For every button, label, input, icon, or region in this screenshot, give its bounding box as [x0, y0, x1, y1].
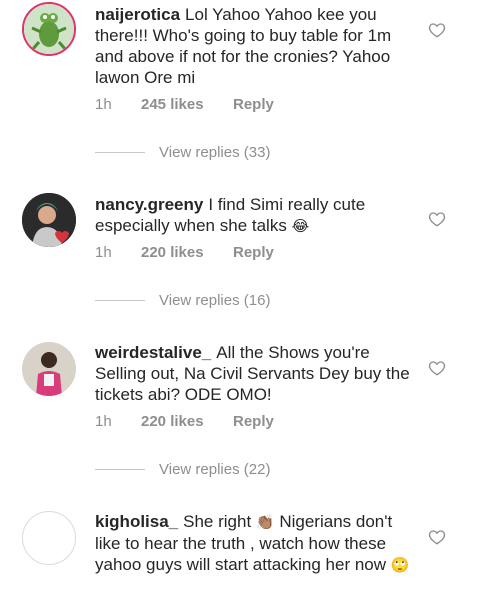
- reply-button[interactable]: Reply: [233, 413, 274, 430]
- comment-meta: 1h 220 likes Reply: [95, 413, 274, 430]
- view-replies-label[interactable]: View replies (33): [159, 144, 270, 161]
- avatar[interactable]: [22, 2, 76, 56]
- person-avatar-icon: [22, 193, 76, 247]
- heart-outline-icon[interactable]: [428, 528, 446, 546]
- comment-meta: 1h 245 likes Reply: [95, 96, 274, 113]
- comment-text: weirdestalive_ All the Shows you're Selli…: [95, 342, 410, 405]
- divider: [95, 152, 145, 153]
- reply-button[interactable]: Reply: [233, 96, 274, 113]
- laughing-emoji: 😂: [291, 217, 310, 235]
- comment-likes[interactable]: 220 likes: [141, 244, 233, 261]
- avatar[interactable]: [22, 511, 76, 565]
- comment-time: 1h: [95, 244, 112, 261]
- comment-username[interactable]: kigholisa_: [95, 512, 178, 531]
- comment-text: kigholisa_ She right 👏🏽 Nigerians don't l…: [95, 511, 410, 576]
- comment-text: naijerotica Lol Yahoo Yahoo kee you there…: [95, 4, 410, 88]
- comment-likes[interactable]: 220 likes: [141, 413, 233, 430]
- divider: [95, 300, 145, 301]
- comment-likes[interactable]: 245 likes: [141, 96, 233, 113]
- eye-roll-emoji: 🙄: [390, 556, 410, 574]
- heart-outline-icon[interactable]: [428, 210, 446, 228]
- view-replies[interactable]: View replies (33): [95, 144, 270, 161]
- reply-button[interactable]: Reply: [233, 244, 274, 261]
- avatar[interactable]: [22, 193, 76, 247]
- heart-outline-icon[interactable]: [428, 21, 446, 39]
- comment-username[interactable]: naijerotica: [95, 5, 180, 24]
- view-replies[interactable]: View replies (22): [95, 461, 270, 478]
- view-replies-label[interactable]: View replies (22): [159, 461, 270, 478]
- avatar[interactable]: [22, 342, 76, 396]
- comment-username[interactable]: nancy.greeny: [95, 195, 203, 214]
- comment-text: nancy.greeny I find Simi really cute espe…: [95, 194, 410, 237]
- heart-outline-icon[interactable]: [428, 359, 446, 377]
- view-replies-label[interactable]: View replies (16): [159, 292, 270, 309]
- comment-body: She right: [183, 512, 252, 531]
- divider: [95, 469, 145, 470]
- comment-meta: 1h 220 likes Reply: [95, 244, 274, 261]
- view-replies[interactable]: View replies (16): [95, 292, 270, 309]
- frog-avatar-icon: [24, 4, 74, 54]
- comment-time: 1h: [95, 96, 112, 113]
- person-avatar-icon: [22, 342, 76, 396]
- comment-time: 1h: [95, 413, 112, 430]
- clapping-emoji: 👏🏽: [255, 513, 275, 531]
- comment-username[interactable]: weirdestalive_: [95, 343, 211, 362]
